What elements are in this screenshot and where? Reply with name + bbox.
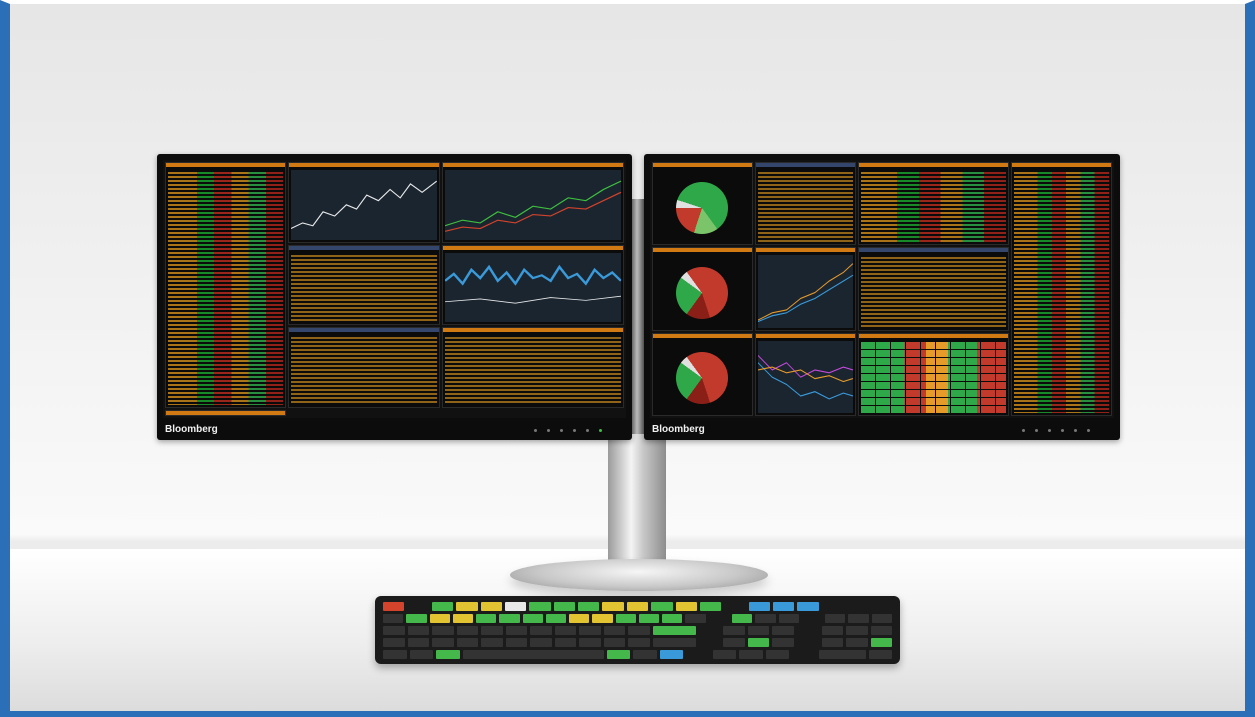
- monitor-stand-base: [510, 559, 768, 591]
- right-pie-chart-1: [652, 162, 753, 246]
- right-heatmap: [857, 332, 1010, 416]
- left-monitor-brand: Bloomberg: [165, 424, 218, 435]
- right-pie-chart-3: [652, 332, 753, 416]
- right-monitor-screen: [650, 160, 1114, 418]
- left-monitor-screen: [163, 160, 626, 418]
- right-monitor-table: [1011, 162, 1112, 416]
- left-news-panel: [288, 244, 440, 326]
- left-volume-chart: [442, 244, 624, 326]
- left-candle-chart: [442, 162, 624, 243]
- image-frame: Bloomberg Bloomberg: [0, 0, 1255, 717]
- right-pie-chart-2: [652, 247, 753, 331]
- right-quote-table: [857, 162, 1010, 246]
- left-text-panel: [288, 327, 440, 408]
- left-quote-table: [165, 162, 287, 408]
- left-monitor-controls: [534, 429, 602, 432]
- bloomberg-keyboard: [375, 596, 900, 664]
- right-monitor-controls: [1022, 429, 1090, 432]
- left-data-table: [442, 327, 624, 408]
- right-multi-line-chart: [754, 332, 856, 416]
- right-list-panel: [857, 247, 1010, 331]
- right-news-panel: [754, 162, 856, 246]
- monitor-stand-pole: [608, 434, 666, 574]
- right-monitor-brand: Bloomberg: [652, 424, 705, 435]
- left-monitor: Bloomberg: [157, 154, 632, 440]
- right-monitor: Bloomberg: [644, 154, 1120, 440]
- left-price-chart: [288, 162, 440, 243]
- left-line-chart: [165, 409, 287, 416]
- right-performance-chart: [754, 247, 856, 331]
